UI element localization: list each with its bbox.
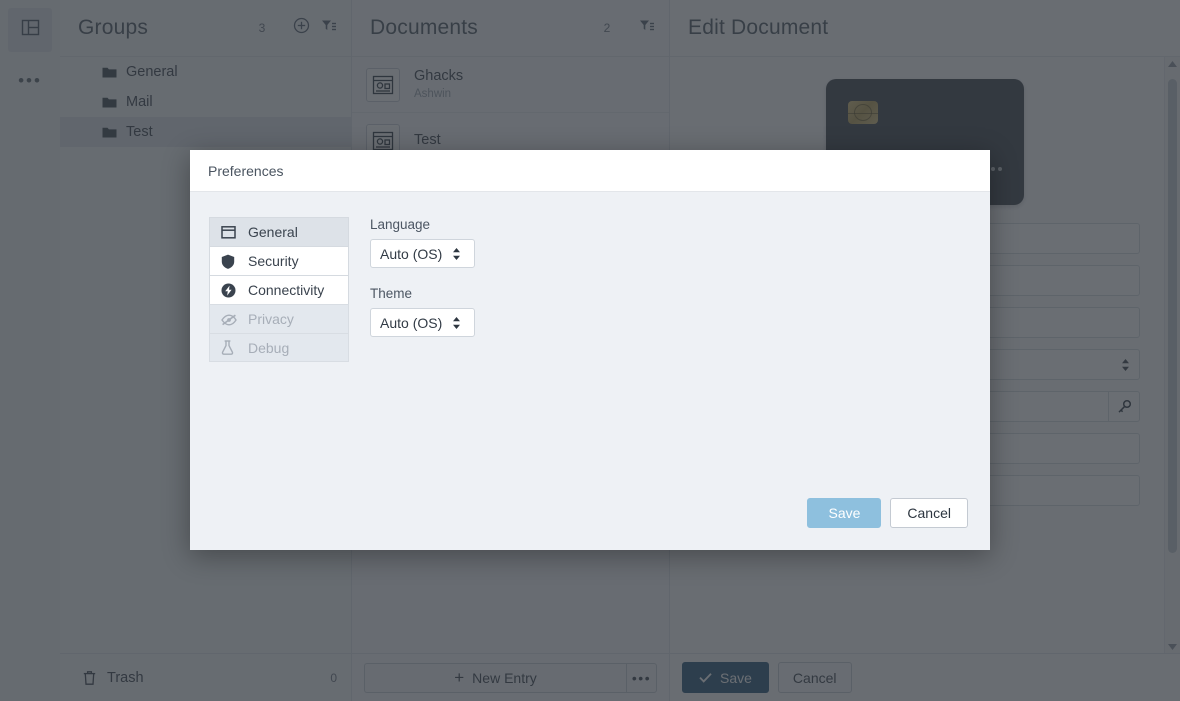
shield-icon bbox=[221, 254, 241, 269]
language-value: Auto (OS) bbox=[380, 245, 443, 262]
dialog-cancel-label: Cancel bbox=[907, 505, 951, 521]
theme-select[interactable]: Auto (OS) bbox=[370, 308, 475, 337]
pref-nav-connectivity[interactable]: Connectivity bbox=[209, 275, 349, 304]
setting-language: Language Auto (OS) bbox=[370, 217, 990, 268]
dialog-title: Preferences bbox=[208, 162, 284, 179]
dialog-body: General Security Connectivity Privacy De… bbox=[190, 192, 990, 498]
dialog-footer: Save Cancel bbox=[190, 498, 990, 550]
language-select[interactable]: Auto (OS) bbox=[370, 239, 475, 268]
pref-nav-privacy[interactable]: Privacy bbox=[209, 304, 349, 333]
pref-nav-general[interactable]: General bbox=[209, 217, 349, 246]
pref-nav-label: Connectivity bbox=[248, 282, 325, 298]
dialog-save-label: Save bbox=[828, 505, 861, 521]
setting-theme: Theme Auto (OS) bbox=[370, 286, 990, 337]
flask-icon bbox=[221, 340, 241, 355]
pref-nav-label: Security bbox=[248, 253, 299, 269]
stepper-arrows-icon bbox=[452, 316, 461, 330]
theme-label: Theme bbox=[370, 286, 413, 301]
preferences-dialog: Preferences General Security Connectivit… bbox=[190, 150, 990, 550]
window-icon bbox=[221, 225, 241, 239]
pref-nav-security[interactable]: Security bbox=[209, 246, 349, 275]
theme-value: Auto (OS) bbox=[380, 314, 443, 331]
pref-nav-debug[interactable]: Debug bbox=[209, 333, 349, 362]
dialog-save-button[interactable]: Save bbox=[807, 498, 882, 528]
language-label: Language bbox=[370, 217, 431, 232]
preferences-nav: General Security Connectivity Privacy De… bbox=[209, 217, 349, 498]
pref-nav-label: Debug bbox=[248, 339, 290, 356]
stepper-arrows-icon bbox=[452, 247, 461, 261]
eye-slash-icon bbox=[221, 313, 241, 326]
dialog-header: Preferences bbox=[190, 150, 990, 192]
bolt-circle-icon bbox=[221, 283, 241, 298]
dialog-cancel-button[interactable]: Cancel bbox=[890, 498, 968, 528]
pref-nav-label: General bbox=[248, 224, 298, 240]
pref-nav-label: Privacy bbox=[248, 311, 294, 327]
preferences-panel-general: Language Auto (OS) Theme Auto (OS) bbox=[349, 217, 990, 498]
